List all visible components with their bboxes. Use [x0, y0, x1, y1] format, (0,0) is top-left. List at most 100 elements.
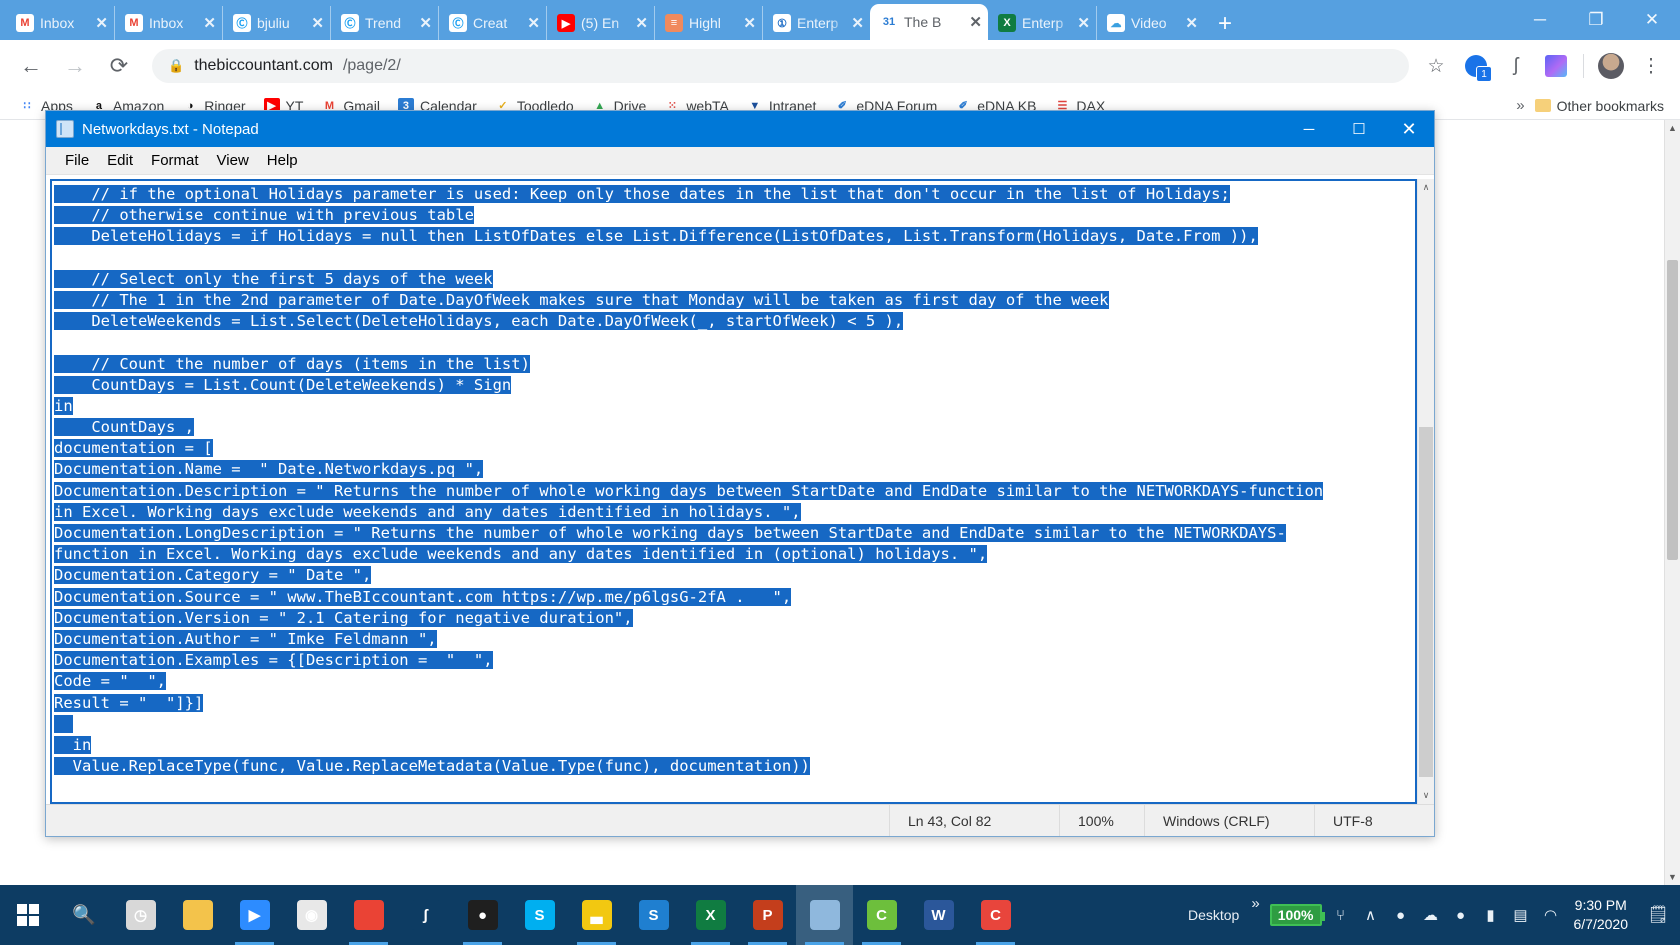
menu-format[interactable]: Format	[142, 152, 208, 169]
printer-icon[interactable]: ▤	[1506, 885, 1536, 945]
notepad-text-area-frame[interactable]: // if the optional Holidays parameter is…	[50, 179, 1417, 804]
browser-tab-6[interactable]: ≡ Highl ✕	[654, 6, 762, 40]
camtasia-red-icon: C	[980, 900, 1011, 930]
browser-tab-close-icon[interactable]: ✕	[203, 16, 216, 31]
taskbar-app-lastpass-app[interactable]: ●	[454, 885, 511, 945]
taskbar-app-camtasia-studio[interactable]: C	[967, 885, 1024, 945]
notepad-text-content[interactable]: // if the optional Holidays parameter is…	[52, 181, 1415, 802]
taskbar-app-excel-app[interactable]: X	[682, 885, 739, 945]
text-line-16: Documentation.LongDescription = " Return…	[54, 524, 1286, 542]
taskbar-clock[interactable]: 9:30 PM 6/7/2020	[1566, 896, 1641, 934]
browser-maximize-button[interactable]: ❐	[1568, 10, 1624, 30]
browser-tab-close-icon[interactable]: ✕	[1077, 16, 1090, 31]
action-center-icon[interactable]: 🗒	[1640, 885, 1676, 945]
onedrive-icon: ☁	[1107, 14, 1125, 32]
network-wifi-icon[interactable]: ◠	[1536, 885, 1566, 945]
notepad-vertical-scrollbar[interactable]: ∧ ∨	[1417, 179, 1434, 804]
taskbar-app-skype-app[interactable]: S	[511, 885, 568, 945]
bookmarks-overflow-button[interactable]: »	[1506, 97, 1534, 114]
notepad-minimize-button[interactable]: ─	[1284, 111, 1334, 147]
search-icon: 🔍	[72, 905, 96, 926]
start-button[interactable]	[0, 885, 56, 945]
gradient-extension-icon[interactable]	[1543, 53, 1569, 79]
status-encoding: UTF-8	[1314, 805, 1434, 836]
microphone-icon[interactable]: ●	[1446, 885, 1476, 945]
address-bar[interactable]: 🔒 thebiccountant.com/page/2/	[152, 49, 1409, 83]
back-button[interactable]: ←	[12, 47, 50, 85]
extension-badge-icon[interactable]	[1463, 53, 1492, 82]
word-icon: W	[923, 900, 954, 930]
forward-button[interactable]: →	[56, 47, 94, 85]
other-bookmarks-button[interactable]: Other bookmarks	[1534, 98, 1670, 114]
taskbar-app-notepad-app[interactable]	[796, 885, 853, 945]
browser-tab-4[interactable]: Ⓒ Creat ✕	[438, 6, 546, 40]
show-hidden-icons-chevron[interactable]: ∧	[1356, 885, 1386, 945]
battery-status-badge[interactable]: 100%	[1269, 904, 1325, 926]
reload-button[interactable]: ⟳	[100, 47, 138, 85]
notepad-scroll-up-icon[interactable]: ∧	[1418, 179, 1434, 196]
browser-tab-close-icon[interactable]: ✕	[311, 16, 324, 31]
system-tray: Desktop » 100% ⑂ ∧ ● ☁ ● ▮ ▤ ◠ 9:30 PM 6/7/2020…	[1178, 885, 1680, 945]
browser-tab-close-icon[interactable]: ✕	[95, 16, 108, 31]
taskbar-app-snagit-app[interactable]: S	[625, 885, 682, 945]
taskbar-app-clock-app[interactable]: ◷	[112, 885, 169, 945]
page-scroll-down-icon[interactable]: ▼	[1665, 869, 1680, 885]
taskbar-search-button[interactable]: 🔍	[56, 885, 112, 945]
desktop-peek-label[interactable]: Desktop	[1178, 907, 1245, 923]
taskbar-app-file-explorer[interactable]	[169, 885, 226, 945]
taskbar-app-google-chrome[interactable]	[340, 885, 397, 945]
browser-close-button[interactable]: ✕	[1624, 10, 1680, 30]
chrome-menu-icon[interactable]: ⋮	[1638, 53, 1664, 79]
taskbar-app-trackball-app[interactable]: ◉	[283, 885, 340, 945]
text-line-13: Documentation.Name = " Date.Networkdays.…	[54, 460, 484, 479]
taskbar-app-power-bi[interactable]: ▃	[568, 885, 625, 945]
browser-minimize-button[interactable]: ─	[1512, 10, 1568, 30]
text-line-7	[54, 332, 1413, 353]
browser-tab-3[interactable]: Ⓒ Trend ✕	[330, 6, 438, 40]
browser-tab-7[interactable]: ① Enterp ✕	[762, 6, 870, 40]
taskbar-app-word-app[interactable]: W	[910, 885, 967, 945]
text-line-12: documentation = [	[54, 439, 213, 458]
browser-tab-5[interactable]: ▶ (5) En ✕	[546, 6, 654, 40]
browser-tab-close-icon[interactable]: ✕	[1185, 16, 1198, 31]
browser-tab-9[interactable]: X Enterp ✕	[988, 6, 1096, 40]
bookmark-star-icon[interactable]: ☆	[1423, 53, 1449, 79]
taskbar-overflow-chevron[interactable]: »	[1245, 895, 1265, 912]
browser-tab-8[interactable]: 31 The B ✕	[870, 4, 988, 40]
menu-view[interactable]: View	[208, 152, 258, 169]
page-scrollbar[interactable]: ▲ ▼	[1664, 120, 1680, 885]
new-tab-button[interactable]: +	[1204, 12, 1246, 40]
browser-tab-close-icon[interactable]: ✕	[419, 16, 432, 31]
menu-help[interactable]: Help	[258, 152, 307, 169]
notepad-maximize-button[interactable]: ☐	[1334, 111, 1384, 147]
avatar[interactable]	[1598, 53, 1624, 79]
page-scroll-up-icon[interactable]: ▲	[1665, 120, 1680, 136]
browser-tab-close-icon[interactable]: ✕	[527, 16, 540, 31]
browser-tab-10[interactable]: ☁ Video ✕	[1096, 6, 1204, 40]
browser-tab-close-icon[interactable]: ✕	[969, 15, 982, 30]
menu-edit[interactable]: Edit	[98, 152, 142, 169]
video-camera-icon: ▶	[239, 900, 270, 930]
notepad-close-button[interactable]: ✕	[1384, 111, 1434, 147]
onedrive-icon[interactable]: ☁	[1416, 885, 1446, 945]
taskbar-app-firefox-dev[interactable]: ʃ	[397, 885, 454, 945]
taskbar-app-zoom-app[interactable]: ▶	[226, 885, 283, 945]
browser-tab-2[interactable]: Ⓒbjuliu ✕	[222, 6, 330, 40]
usb-device-icon[interactable]: ▮	[1476, 885, 1506, 945]
browser-tab-close-icon[interactable]: ✕	[635, 16, 648, 31]
page-scroll-thumb[interactable]	[1667, 260, 1678, 560]
flame-extension-icon[interactable]: ʃ	[1503, 53, 1529, 79]
browser-tab-0[interactable]: M Inbox ✕	[6, 6, 114, 40]
text-line-1: // otherwise continue with previous tabl…	[54, 206, 474, 225]
browser-tab-close-icon[interactable]: ✕	[743, 16, 756, 31]
browser-tab-close-icon[interactable]: ✕	[851, 16, 864, 31]
taskbar-app-camtasia-app[interactable]: C	[853, 885, 910, 945]
notepad-title-bar[interactable]: Networkdays.txt - Notepad ─ ☐ ✕	[46, 111, 1434, 147]
menu-file[interactable]: File	[56, 152, 98, 169]
dropbox-icon[interactable]: ●	[1386, 885, 1416, 945]
notepad-scroll-down-icon[interactable]: ∨	[1418, 787, 1434, 804]
power-plug-icon[interactable]: ⑂	[1326, 885, 1356, 945]
taskbar-app-powerpoint-app[interactable]: P	[739, 885, 796, 945]
notepad-scroll-thumb[interactable]	[1419, 427, 1433, 777]
browser-tab-1[interactable]: M Inbox ✕	[114, 6, 222, 40]
